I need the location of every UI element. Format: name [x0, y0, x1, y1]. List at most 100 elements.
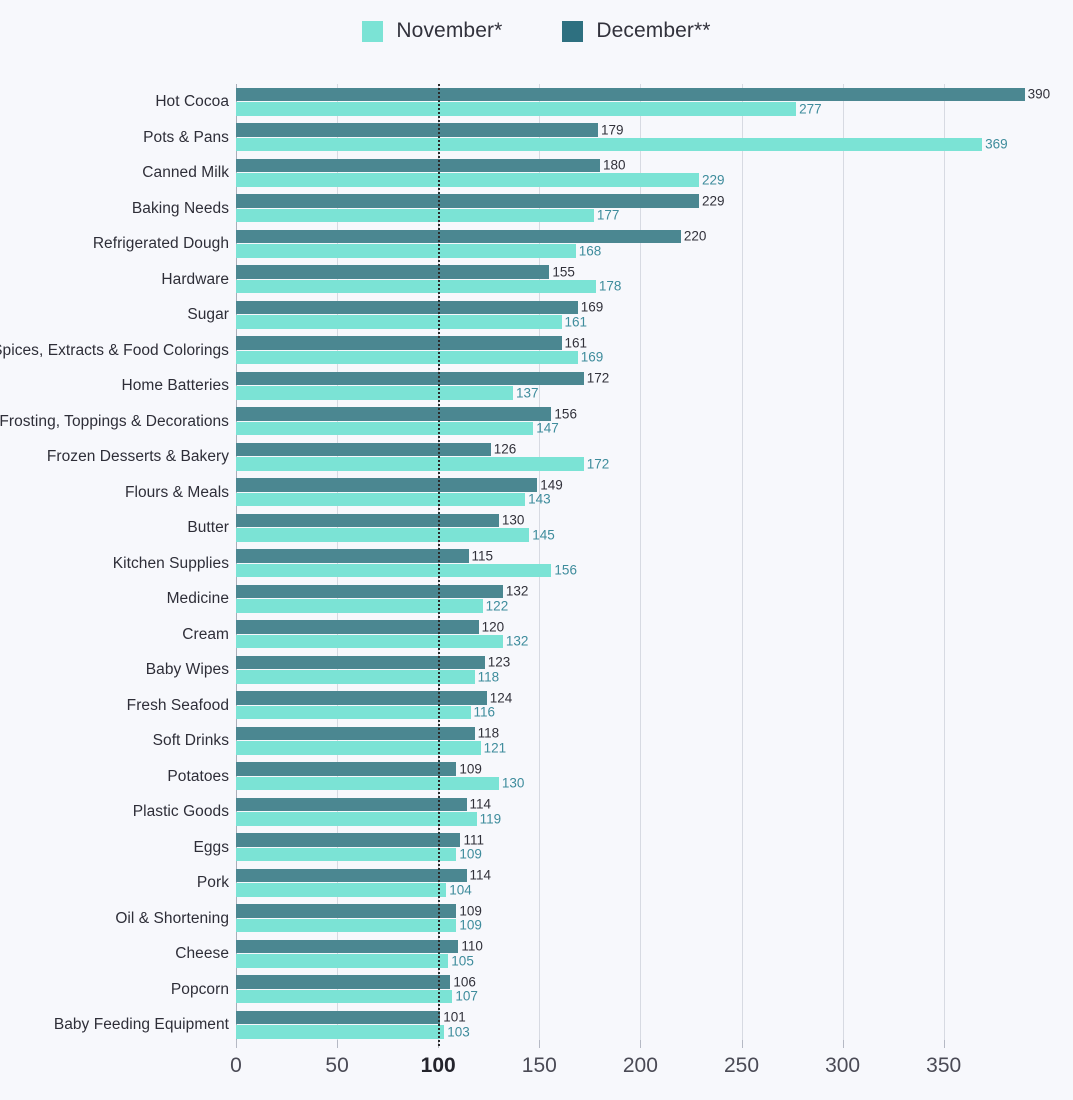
bar-november[interactable]: 145 — [236, 528, 555, 542]
bar-november[interactable]: 103 — [236, 1025, 470, 1039]
bar-value-december: 106 — [453, 974, 476, 989]
bar-value-november: 277 — [799, 101, 822, 116]
bar-november[interactable]: 119 — [236, 812, 501, 826]
bar-december[interactable]: 126 — [236, 442, 516, 456]
bar-value-december: 126 — [493, 441, 517, 457]
bar-november[interactable]: 172 — [236, 457, 609, 471]
bar-value-december: 180 — [602, 157, 626, 173]
category-label: Soft Drinks — [152, 732, 229, 749]
category-label: Baby Feeding Equipment — [53, 1016, 229, 1033]
bar-december[interactable]: 172 — [236, 371, 609, 385]
bar-fill-november — [236, 563, 552, 577]
bar-fill-november — [236, 244, 576, 258]
bar-november[interactable]: 122 — [236, 599, 508, 613]
x-axis: 0 50 100 150 200 250 300 350 — [0, 1054, 1073, 1100]
chart-row: Potatoes 109 130 — [0, 759, 1073, 795]
x-tick-label-50: 50 — [325, 1054, 349, 1077]
chart-row: Pork 114 104 — [0, 865, 1073, 901]
bar-november[interactable]: 121 — [236, 741, 506, 755]
bar-fill-december — [236, 584, 503, 598]
bar-november[interactable]: 137 — [236, 386, 539, 400]
bar-december[interactable]: 169 — [236, 300, 603, 314]
bar-december[interactable]: 109 — [236, 904, 482, 918]
bar-november[interactable]: 156 — [236, 563, 577, 577]
chart-row: Sugar 169 161 — [0, 297, 1073, 333]
bar-november[interactable]: 116 — [236, 705, 495, 719]
bar-december[interactable]: 123 — [236, 655, 510, 669]
bar-fill-november — [236, 386, 513, 400]
bar-value-november: 161 — [564, 314, 588, 329]
bar-november[interactable]: 177 — [236, 208, 619, 222]
bar-december[interactable]: 106 — [236, 975, 476, 989]
bar-value-december: 229 — [702, 193, 725, 208]
bar-value-november: 122 — [485, 598, 509, 613]
chart-row: Frozen Desserts & Bakery 126 172 — [0, 439, 1073, 475]
bar-december[interactable]: 114 — [236, 797, 491, 811]
bar-december[interactable]: 115 — [236, 549, 493, 563]
bar-fill-december — [236, 939, 459, 953]
category-label: Pork — [196, 874, 229, 891]
bar-november[interactable]: 277 — [236, 102, 822, 116]
bar-fill-december — [236, 158, 600, 172]
bar-fill-november — [236, 492, 526, 506]
bar-value-december: 111 — [463, 832, 484, 847]
bar-november[interactable]: 109 — [236, 918, 482, 932]
chart-row: Cheese 110 105 — [0, 936, 1073, 972]
bar-december[interactable]: 124 — [236, 691, 512, 705]
category-label: Flours & Meals — [124, 483, 229, 501]
chart-row: Pots & Pans 179 369 — [0, 120, 1073, 156]
bar-value-november: 156 — [554, 562, 577, 578]
bar-december[interactable]: 149 — [236, 478, 563, 492]
bar-november[interactable]: 161 — [236, 315, 587, 329]
bar-december[interactable]: 229 — [236, 194, 725, 208]
bar-fill-november — [236, 528, 530, 542]
x-tick-label-100: 100 — [420, 1054, 456, 1077]
bar-november[interactable]: 369 — [236, 137, 1008, 151]
chart-row: Plastic Goods 114 119 — [0, 794, 1073, 830]
bar-november[interactable]: 130 — [236, 776, 524, 790]
bar-december[interactable]: 179 — [236, 123, 623, 137]
reference-line-100 — [438, 84, 441, 1046]
bar-november[interactable]: 104 — [236, 883, 472, 897]
bar-november[interactable]: 143 — [236, 492, 551, 506]
bar-december[interactable]: 161 — [236, 336, 587, 350]
bar-november[interactable]: 169 — [236, 350, 603, 364]
bar-december[interactable]: 114 — [236, 868, 491, 882]
category-label: Refrigerated Dough — [92, 235, 229, 252]
bar-december[interactable]: 110 — [236, 939, 483, 953]
chart-row: Frosting, Toppings & Decorations 156 147 — [0, 404, 1073, 440]
bar-november[interactable]: 109 — [236, 847, 482, 861]
bar-december[interactable]: 132 — [236, 584, 528, 598]
bar-december[interactable]: 109 — [236, 762, 482, 776]
bar-november[interactable]: 229 — [236, 173, 725, 187]
bar-fill-november — [236, 847, 457, 861]
bar-december[interactable]: 220 — [236, 229, 706, 243]
bar-fill-december — [236, 691, 487, 705]
bar-december[interactable]: 180 — [236, 158, 625, 172]
chart-row: Hot Cocoa 390 277 — [0, 84, 1073, 120]
bar-december[interactable]: 390 — [236, 87, 1050, 101]
chart-row: Oil & Shortening 109 109 — [0, 901, 1073, 937]
bar-value-november: 137 — [516, 385, 539, 400]
bar-december[interactable]: 111 — [236, 833, 484, 847]
bar-fill-december — [236, 868, 467, 882]
bar-november[interactable]: 178 — [236, 279, 621, 293]
bar-value-november: 147 — [536, 420, 559, 436]
bar-november[interactable]: 105 — [236, 954, 474, 968]
bar-value-november: 109 — [459, 917, 482, 933]
bar-value-december: 114 — [469, 796, 492, 812]
bar-november[interactable]: 147 — [236, 421, 559, 435]
bar-november[interactable]: 107 — [236, 989, 478, 1003]
bar-december[interactable]: 155 — [236, 265, 575, 279]
bar-december[interactable]: 120 — [236, 620, 504, 634]
bar-december[interactable]: 130 — [236, 513, 524, 527]
bar-fill-december — [236, 1010, 441, 1024]
bar-november[interactable]: 168 — [236, 244, 601, 258]
x-tick-label-350: 350 — [926, 1054, 962, 1077]
bar-december[interactable]: 156 — [236, 407, 577, 421]
chart-row: Baby Feeding Equipment 101 103 — [0, 1007, 1073, 1043]
bar-fill-november — [236, 954, 449, 968]
category-label: Eggs — [193, 838, 229, 856]
bar-november[interactable]: 132 — [236, 634, 528, 648]
bar-december[interactable]: 101 — [236, 1010, 466, 1024]
